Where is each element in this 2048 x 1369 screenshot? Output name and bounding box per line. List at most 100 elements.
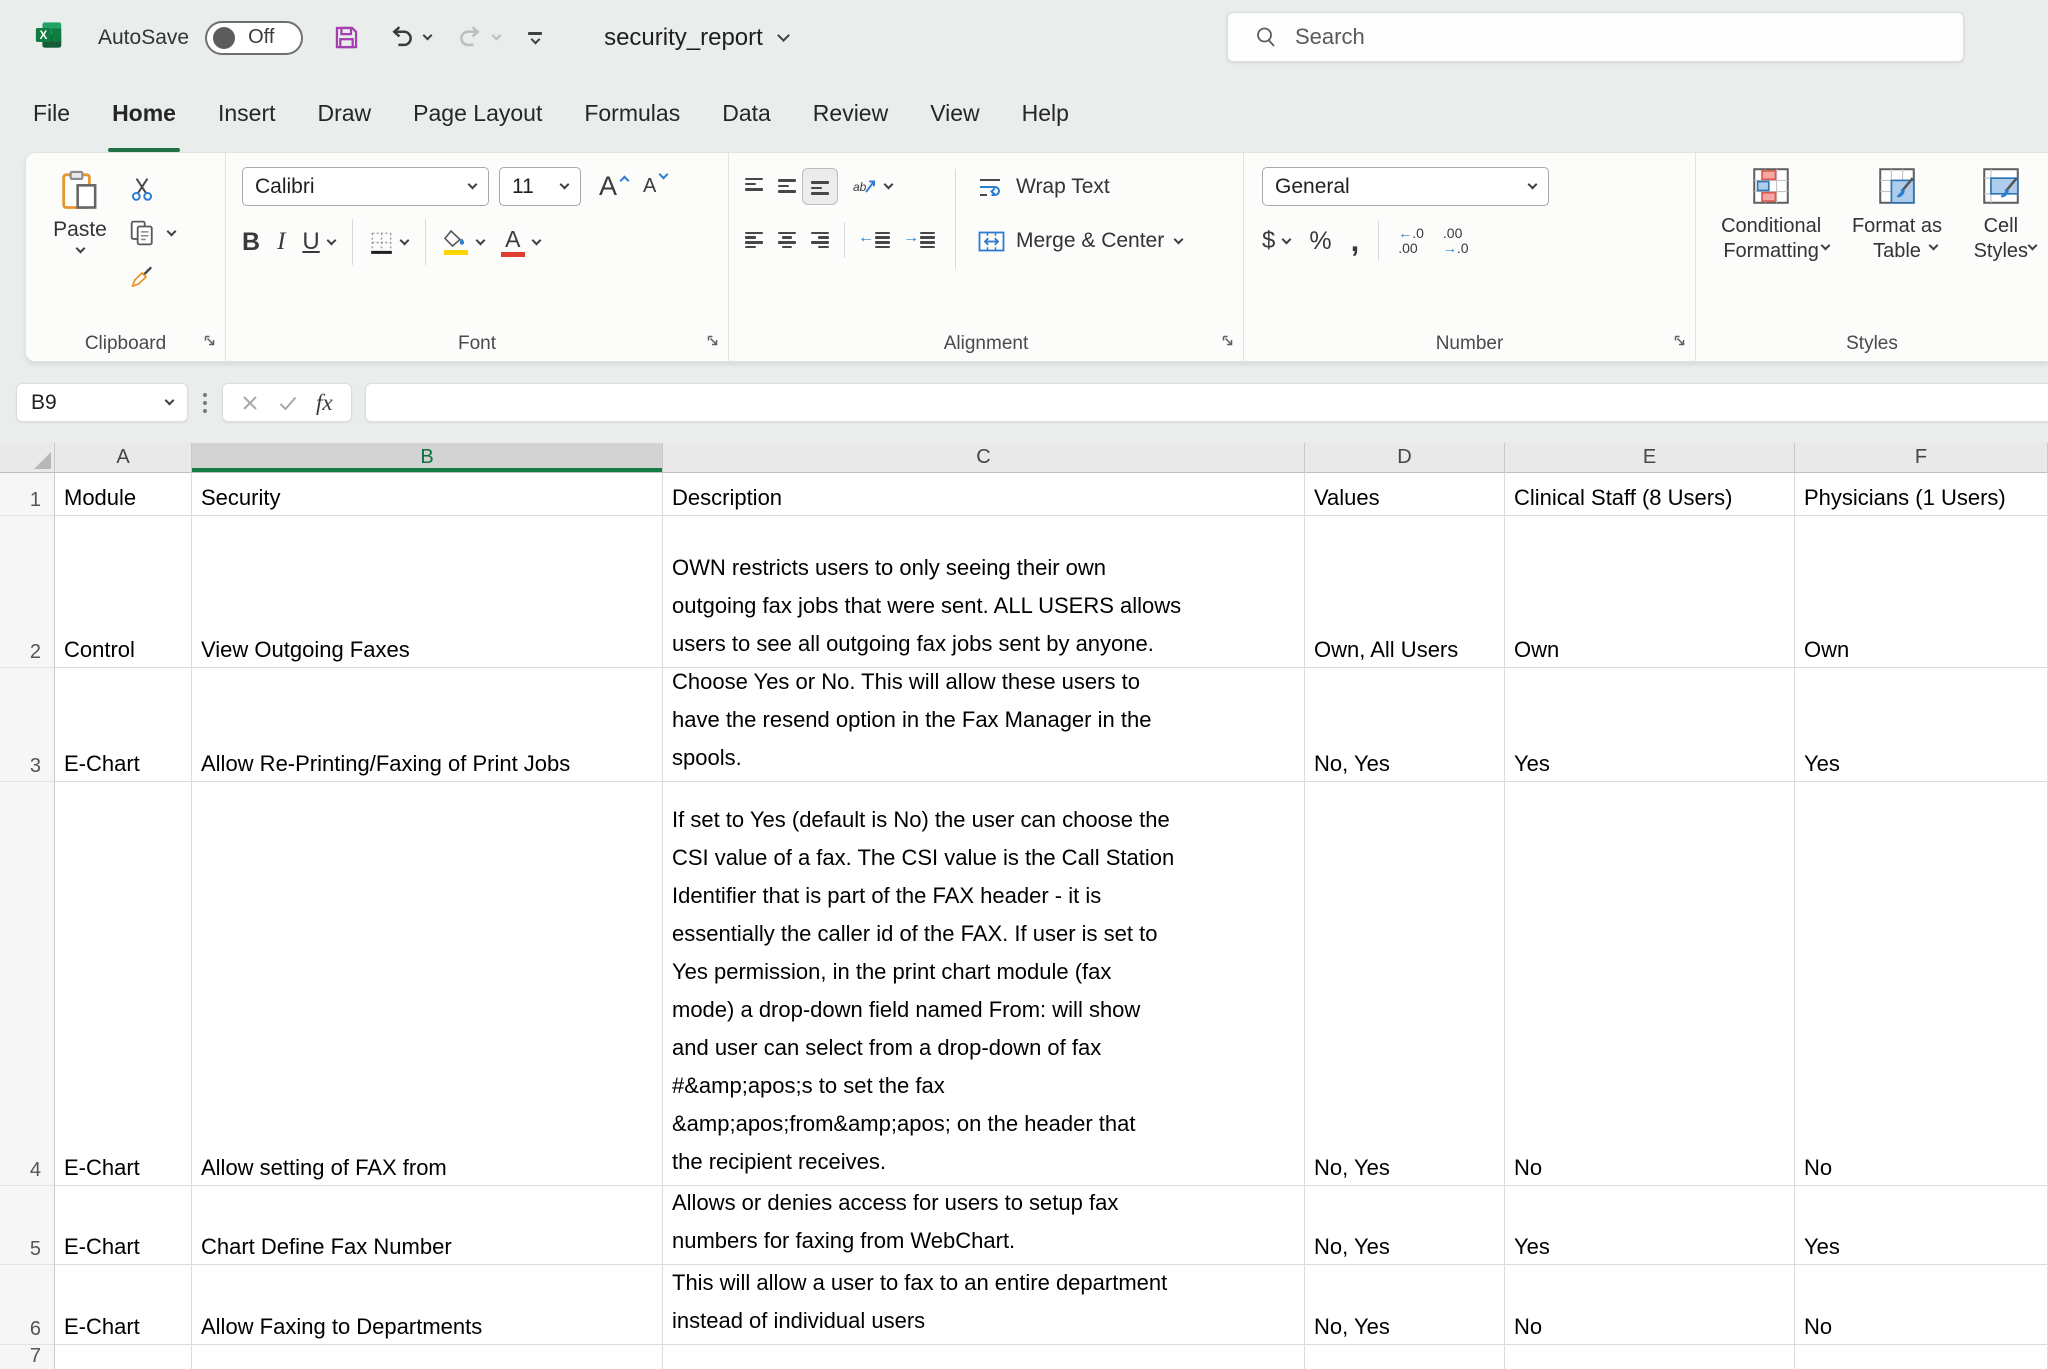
cell-d4[interactable]: No, Yes xyxy=(1305,782,1505,1186)
cell-b7[interactable] xyxy=(192,1345,663,1369)
cell-f2[interactable]: Own xyxy=(1795,516,2048,668)
increase-font-size-button[interactable]: A xyxy=(591,171,625,202)
align-bottom-button-selected[interactable] xyxy=(802,168,838,205)
tab-formulas[interactable]: Formulas xyxy=(563,75,701,152)
align-center-button[interactable] xyxy=(778,232,796,249)
cell-a1[interactable]: Module xyxy=(55,473,192,516)
column-header-d[interactable]: D xyxy=(1305,443,1505,473)
cell-f4[interactable]: No xyxy=(1795,782,2048,1186)
fill-color-button[interactable] xyxy=(443,230,484,255)
orientation-button[interactable]: ab xyxy=(852,176,892,197)
column-header-a[interactable]: A xyxy=(55,443,192,473)
cell-a4[interactable]: E-Chart xyxy=(55,782,192,1186)
tab-data[interactable]: Data xyxy=(701,75,792,152)
merge-center-button[interactable]: Merge & Center xyxy=(978,223,1182,259)
row-header-1[interactable]: 1 xyxy=(0,473,55,516)
clipboard-dialog-launcher[interactable] xyxy=(203,334,216,352)
cell-d6[interactable]: No, Yes xyxy=(1305,1265,1505,1345)
cell-f3[interactable]: Yes xyxy=(1795,668,2048,782)
tab-page-layout[interactable]: Page Layout xyxy=(392,75,563,152)
document-title[interactable]: security_report xyxy=(604,24,788,52)
cell-c1[interactable]: Description xyxy=(663,473,1305,516)
cell-b1[interactable]: Security xyxy=(192,473,663,516)
borders-button[interactable] xyxy=(370,231,408,254)
cell-a3[interactable]: E-Chart xyxy=(55,668,192,782)
cell-e7[interactable] xyxy=(1505,1345,1795,1369)
cell-e2[interactable]: Own xyxy=(1505,516,1795,668)
cell-a6[interactable]: E-Chart xyxy=(55,1265,192,1345)
cell-e1[interactable]: Clinical Staff (8 Users) xyxy=(1505,473,1795,516)
font-dialog-launcher[interactable] xyxy=(706,334,719,352)
cell-b2[interactable]: View Outgoing Faxes xyxy=(192,516,663,668)
cell-c5[interactable]: Allows or denies access for users to set… xyxy=(663,1186,1305,1265)
column-header-b-selected[interactable]: B xyxy=(192,443,663,473)
cell-c3[interactable]: Choose Yes or No. This will allow these … xyxy=(663,668,1305,782)
percent-format-button[interactable]: % xyxy=(1309,227,1331,256)
column-header-e[interactable]: E xyxy=(1505,443,1795,473)
autosave-toggle[interactable]: Off xyxy=(205,21,303,55)
row-header-7[interactable]: 7 xyxy=(0,1345,55,1369)
tab-view[interactable]: View xyxy=(909,75,1000,152)
number-dialog-launcher[interactable] xyxy=(1673,334,1686,352)
cell-f5[interactable]: Yes xyxy=(1795,1186,2048,1265)
cell-d1[interactable]: Values xyxy=(1305,473,1505,516)
cell-d2[interactable]: Own, All Users xyxy=(1305,516,1505,668)
copy-button[interactable] xyxy=(130,220,175,246)
cell-c6[interactable]: This will allow a user to fax to an enti… xyxy=(663,1265,1305,1345)
row-header-4[interactable]: 4 xyxy=(0,782,55,1186)
cell-f1[interactable]: Physicians (1 Users) xyxy=(1795,473,2048,516)
name-box[interactable]: B9 xyxy=(16,383,188,422)
cell-f6[interactable]: No xyxy=(1795,1265,2048,1345)
tab-home[interactable]: Home xyxy=(91,75,197,152)
cell-b4[interactable]: Allow setting of FAX from xyxy=(192,782,663,1186)
insert-function-button[interactable]: fx xyxy=(316,390,333,416)
cancel-icon[interactable] xyxy=(241,394,259,412)
cell-a7[interactable] xyxy=(55,1345,192,1369)
cell-c4[interactable]: If set to Yes (default is No) the user c… xyxy=(663,782,1305,1186)
underline-button[interactable]: U xyxy=(302,228,334,256)
column-header-f[interactable]: F xyxy=(1795,443,2048,473)
bold-button[interactable]: B xyxy=(242,228,260,257)
cell-e5[interactable]: Yes xyxy=(1505,1186,1795,1265)
cell-a2[interactable]: Control xyxy=(55,516,192,668)
font-color-button[interactable]: A xyxy=(501,227,540,257)
row-header-2[interactable]: 2 xyxy=(0,516,55,668)
cut-button[interactable] xyxy=(130,177,175,201)
align-left-button[interactable] xyxy=(745,232,763,249)
currency-format-button[interactable]: $ xyxy=(1262,227,1290,255)
save-button[interactable] xyxy=(333,24,360,51)
tab-help[interactable]: Help xyxy=(1001,75,1090,152)
comma-format-button[interactable]: , xyxy=(1351,231,1360,251)
decrease-indent-button[interactable]: ← xyxy=(860,232,890,249)
cell-f7[interactable] xyxy=(1795,1345,2048,1369)
search-input[interactable]: Search xyxy=(1227,12,1964,62)
customize-toolbar-button[interactable] xyxy=(528,32,542,42)
cell-d7[interactable] xyxy=(1305,1345,1505,1369)
cell-d3[interactable]: No, Yes xyxy=(1305,668,1505,782)
cell-b3[interactable]: Allow Re-Printing/Faxing of Print Jobs xyxy=(192,668,663,782)
column-header-c[interactable]: C xyxy=(663,443,1305,473)
redo-button[interactable] xyxy=(457,25,500,50)
align-top-button[interactable] xyxy=(745,178,763,195)
align-middle-button[interactable] xyxy=(778,178,796,195)
tab-file[interactable]: File xyxy=(12,75,91,152)
format-painter-button[interactable] xyxy=(130,265,175,289)
wrap-text-button[interactable]: Wrap Text xyxy=(978,169,1182,205)
cell-c2[interactable]: OWN restricts users to only seeing their… xyxy=(663,516,1305,668)
alignment-dialog-launcher[interactable] xyxy=(1221,334,1234,352)
conditional-formatting-button[interactable]: Conditional Formatting xyxy=(1714,167,1829,361)
tab-review[interactable]: Review xyxy=(792,75,909,152)
increase-decimal-button[interactable]: ←.0 .00 xyxy=(1398,226,1424,256)
enter-check-icon[interactable] xyxy=(278,394,298,412)
cell-d5[interactable]: No, Yes xyxy=(1305,1186,1505,1265)
row-header-6[interactable]: 6 xyxy=(0,1265,55,1345)
cell-styles-button[interactable]: Cell Styles xyxy=(1965,167,2036,361)
cell-b5[interactable]: Chart Define Fax Number xyxy=(192,1186,663,1265)
font-size-combo[interactable]: 11 xyxy=(499,167,581,206)
row-header-5[interactable]: 5 xyxy=(0,1186,55,1265)
formula-input[interactable] xyxy=(365,383,2048,422)
cell-c7[interactable] xyxy=(663,1345,1305,1369)
align-right-button[interactable] xyxy=(811,232,829,249)
cell-a5[interactable]: E-Chart xyxy=(55,1186,192,1265)
tab-insert[interactable]: Insert xyxy=(197,75,297,152)
